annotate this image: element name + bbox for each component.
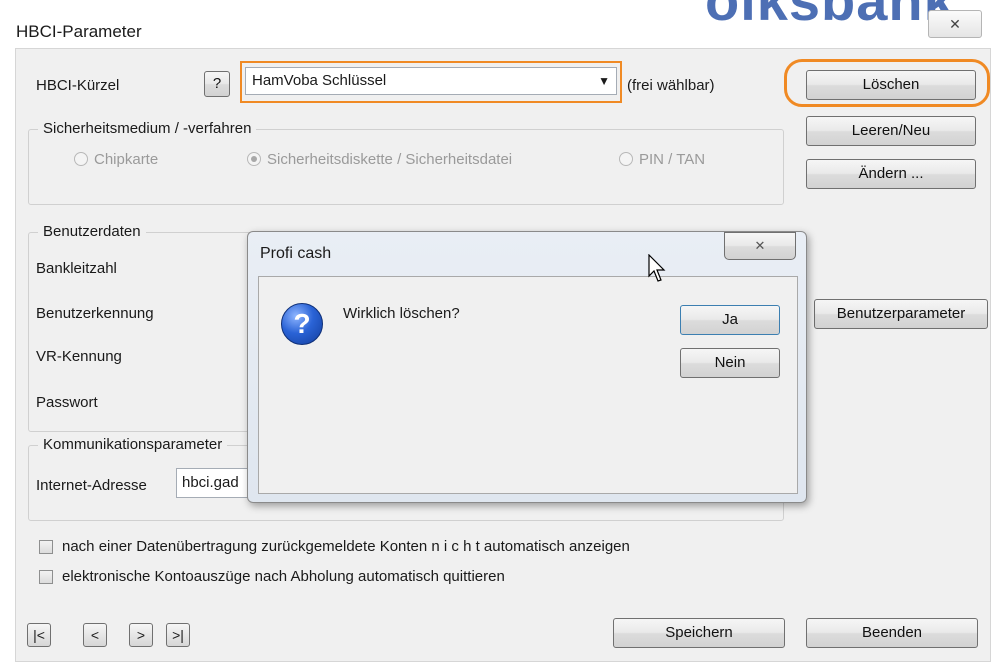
vr-kennung-label: VR-Kennung (36, 348, 122, 365)
passwort-label: Passwort (36, 394, 98, 411)
leeren-neu-button[interactable]: Leeren/Neu (806, 116, 976, 146)
aendern-button[interactable]: Ändern ... (806, 159, 976, 189)
loeschen-button[interactable]: Löschen (806, 70, 976, 100)
radio-icon (619, 152, 633, 166)
chevron-down-icon[interactable]: ▼ (598, 74, 610, 88)
radio-sicherheitsdiskette-label: Sicherheitsdiskette / Sicherheitsdatei (267, 151, 513, 168)
help-button[interactable]: ? (204, 71, 230, 97)
kommunikation-title: Kommunikationsparameter (38, 436, 228, 453)
nav-prev-button[interactable]: < (83, 623, 107, 647)
mouse-cursor-icon (648, 254, 666, 282)
confirm-dialog: Profi cash ✕ ? Wirklich löschen? Ja Nein (247, 231, 807, 503)
hbci-kuerzel-value: HamVoba Schlüssel (252, 72, 387, 89)
frei-waehlbar-label: (frei wählbar) (627, 77, 715, 94)
radio-chipkarte[interactable]: Chipkarte (74, 151, 158, 168)
kontoauszuege-checkbox[interactable] (39, 570, 53, 584)
nav-first-button[interactable]: |< (27, 623, 51, 647)
benutzerdaten-title: Benutzerdaten (38, 223, 146, 240)
benutzerparameter-button[interactable]: Benutzerparameter (814, 299, 988, 329)
dialog-message: Wirklich löschen? (343, 305, 460, 322)
dialog-title: Profi cash (260, 245, 332, 262)
dialog-close-button[interactable]: ✕ (724, 232, 796, 260)
window-title: HBCI-Parameter (16, 22, 142, 41)
bankleitzahl-label: Bankleitzahl (36, 260, 117, 277)
radio-icon (74, 152, 88, 166)
internet-adresse-value: hbci.gad (182, 474, 239, 491)
yes-button[interactable]: Ja (680, 305, 780, 335)
hbci-kuerzel-label: HBCI-Kürzel (36, 77, 120, 94)
radio-selected-icon (247, 152, 261, 166)
radio-sicherheitsdiskette[interactable]: Sicherheitsdiskette / Sicherheitsdatei (247, 151, 512, 168)
nav-last-button[interactable]: >| (166, 623, 190, 647)
question-icon: ? (281, 303, 323, 345)
radio-pin-tan[interactable]: PIN / TAN (619, 151, 705, 168)
window-close-button[interactable]: ✕ (928, 10, 982, 38)
no-button[interactable]: Nein (680, 348, 780, 378)
bank-banner-text: olksbank (705, 0, 956, 32)
speichern-button[interactable]: Speichern (613, 618, 785, 648)
internet-adresse-label: Internet-Adresse (36, 477, 147, 494)
kontoauszuege-checkbox-label: elektronische Kontoauszüge nach Abholung… (62, 568, 505, 585)
konten-checkbox[interactable] (39, 540, 53, 554)
nav-next-button[interactable]: > (129, 623, 153, 647)
konten-checkbox-label: nach einer Datenübertragung zurückgemeld… (62, 538, 630, 555)
sicherheitsmedium-title: Sicherheitsmedium / -verfahren (38, 120, 257, 137)
benutzerkennung-label: Benutzerkennung (36, 305, 154, 322)
dialog-body: ? Wirklich löschen? Ja Nein (258, 276, 798, 494)
beenden-button[interactable]: Beenden (806, 618, 978, 648)
radio-chipkarte-label: Chipkarte (94, 151, 159, 168)
radio-pin-tan-label: PIN / TAN (639, 151, 706, 168)
hbci-kuerzel-combobox[interactable]: HamVoba Schlüssel ▼ (245, 67, 617, 95)
